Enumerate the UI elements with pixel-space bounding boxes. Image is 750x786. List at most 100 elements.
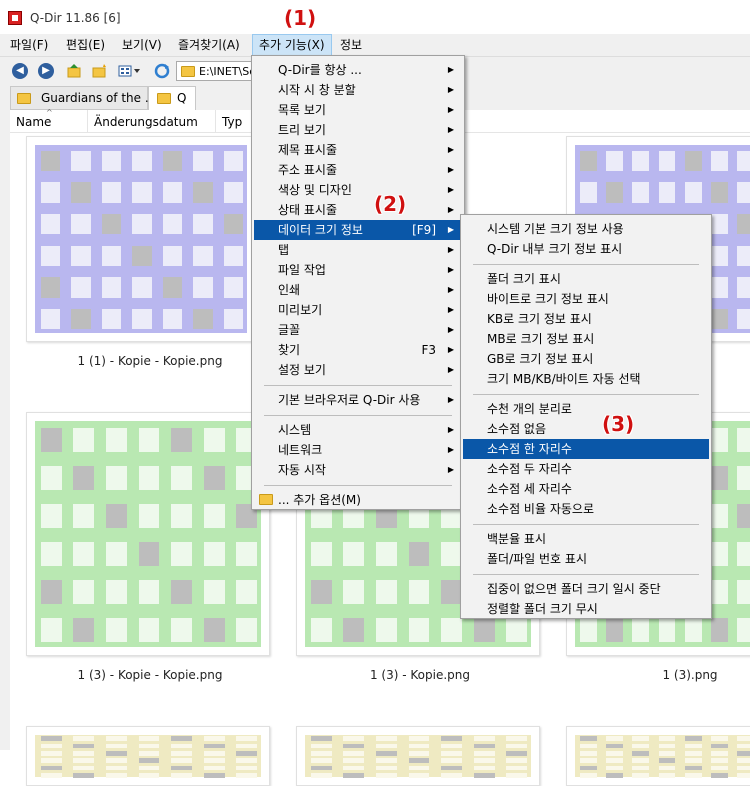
sub_menu-item-1[interactable]: Q-Dir 내부 크기 정보 표시	[463, 239, 709, 259]
folder-icon	[259, 494, 273, 505]
menu-item-label: 바이트로 크기 정보 표시	[487, 292, 609, 306]
submenu-arrow-icon: ▶	[447, 265, 454, 274]
menu-item-label: 인쇄	[278, 283, 301, 297]
data-size-submenu: 시스템 기본 크기 정보 사용 Q-Dir 내부 크기 정보 표시폴더 크기 표시…	[460, 214, 712, 619]
sub_menu-item-5[interactable]: KB로 크기 정보 표시	[463, 309, 709, 329]
thumbnail-image[interactable]	[26, 726, 270, 786]
tab-label: Q	[177, 91, 187, 105]
menu-item-shortcut: [F9]	[412, 223, 436, 237]
column-modified[interactable]: Änderungsdatum	[88, 110, 216, 132]
menu-3[interactable]: 즐겨찾기(A)	[172, 34, 246, 56]
main_menu-item-20[interactable]: 네트워크 ▶	[254, 440, 462, 460]
menu-item-label: 폴더 크기 표시	[487, 272, 561, 286]
main_menu-item-15[interactable]: 설정 보기 ▶	[254, 360, 462, 380]
main_menu-item-6[interactable]: 색상 및 디자인 ▶	[254, 180, 462, 200]
main_menu-item-11[interactable]: 인쇄 ▶	[254, 280, 462, 300]
menu-item-label: 네트워크	[278, 443, 323, 457]
main_menu-item-3[interactable]: 트리 보기 ▶	[254, 120, 462, 140]
refresh-icon[interactable]	[154, 63, 170, 79]
main_menu-item-8[interactable]: 데이터 크기 정보 [F9] ▶	[254, 220, 462, 240]
submenu-arrow-icon: ▶	[447, 185, 454, 194]
submenu-arrow-icon: ▶	[447, 325, 454, 334]
submenu-arrow-icon: ▶	[447, 85, 454, 94]
main_menu-item-17[interactable]: 기본 브라우저로 Q-Dir 사용 ▶	[254, 390, 462, 410]
menu-2[interactable]: 보기(V)	[116, 34, 168, 56]
thumbnail-label[interactable]: 1 (3) - Kopie.png	[310, 668, 530, 682]
sub_menu-item-21[interactable]: 정렬할 폴더 크기 무시	[463, 599, 709, 619]
main_menu-item-14[interactable]: 찾기 F3 ▶	[254, 340, 462, 360]
sub_menu-item-6[interactable]: MB로 크기 정보 표시	[463, 329, 709, 349]
sub_menu-item-15[interactable]: 소수점 비율 자동으로	[463, 499, 709, 519]
menu-separator	[264, 415, 452, 416]
sub_menu-item-12[interactable]: 소수점 한 자리수	[463, 439, 709, 459]
submenu-arrow-icon: ▶	[447, 225, 454, 234]
submenu-arrow-icon: ▶	[447, 365, 454, 374]
sub_menu-item-3[interactable]: 폴더 크기 표시	[463, 269, 709, 289]
folder-icon	[17, 93, 31, 104]
menu-4[interactable]: 추가 기능(X)	[252, 34, 332, 56]
sub_menu-item-10[interactable]: 수천 개의 분리로	[463, 399, 709, 419]
main_menu-item-0[interactable]: Q-Dir를 항상 ... ▶	[254, 60, 462, 80]
menu-item-label: 미리보기	[278, 303, 323, 317]
forward-arrow-icon[interactable]: ▶	[38, 63, 54, 79]
sub_menu-item-0[interactable]: 시스템 기본 크기 정보 사용	[463, 219, 709, 239]
submenu-arrow-icon: ▶	[447, 165, 454, 174]
callout-1: (1)	[284, 6, 317, 30]
tab-q[interactable]: Q	[148, 86, 196, 110]
menu-5[interactable]: 정보	[334, 34, 368, 56]
sub_menu-item-17[interactable]: 백분율 표시	[463, 529, 709, 549]
tab-guardians[interactable]: Guardians of the ...	[10, 86, 156, 110]
thumbnail-image[interactable]	[296, 726, 540, 786]
up-folder-icon[interactable]	[66, 63, 82, 79]
menu-separator	[473, 524, 699, 525]
submenu-arrow-icon: ▶	[447, 65, 454, 74]
thumbnail-image[interactable]	[26, 412, 270, 656]
main_menu-item-21[interactable]: 자동 시작 ▶	[254, 460, 462, 480]
thumbnail-label[interactable]: 1 (3) - Kopie - Kopie.png	[40, 668, 260, 682]
menu-0[interactable]: 파일(F)	[4, 34, 54, 56]
tab-label: Guardians of the ...	[41, 91, 157, 105]
thumbnail-image[interactable]	[26, 136, 256, 342]
menu-item-label: 폴더/파일 번호 표시	[487, 552, 587, 566]
menu-1[interactable]: 편집(E)	[60, 34, 111, 56]
sub_menu-item-7[interactable]: GB로 크기 정보 표시	[463, 349, 709, 369]
submenu-arrow-icon: ▶	[447, 465, 454, 474]
menu-item-label: 시작 시 창 분할	[278, 83, 356, 97]
main_menu-item-2[interactable]: 목록 보기 ▶	[254, 100, 462, 120]
menu-item-label: 탭	[278, 243, 290, 257]
callout-3: (3)	[602, 412, 635, 436]
main_menu-item-5[interactable]: 주소 표시줄 ▶	[254, 160, 462, 180]
main_menu-item-1[interactable]: 시작 시 창 분할 ▶	[254, 80, 462, 100]
view-mode-icon[interactable]	[118, 63, 140, 79]
sub_menu-item-18[interactable]: 폴더/파일 번호 표시	[463, 549, 709, 569]
main_menu-item-7[interactable]: 상태 표시줄 ▶	[254, 200, 462, 220]
menu-item-label: 소수점 세 자리수	[487, 482, 572, 496]
main_menu-item-19[interactable]: 시스템 ▶	[254, 420, 462, 440]
menu-bar: 파일(F) 편집(E) 보기(V) 즐겨찾기(A) 추가 기능(X) 정보	[0, 34, 750, 56]
thumbnail-image[interactable]	[566, 726, 750, 786]
sub_menu-item-11[interactable]: 소수점 없음	[463, 419, 709, 439]
menu-item-label: 소수점 한 자리수	[487, 442, 572, 456]
main_menu-item-9[interactable]: 탭 ▶	[254, 240, 462, 260]
sort-ascending-icon: ^	[46, 108, 53, 117]
thumbnail-label[interactable]: 1 (1) - Kopie - Kopie.png	[40, 354, 260, 368]
main_menu-item-13[interactable]: 글꼴 ▶	[254, 320, 462, 340]
back-arrow-icon[interactable]: ◀	[12, 63, 28, 79]
main_menu-item-23[interactable]: ... 추가 옵션(M)	[254, 490, 462, 510]
menu-item-label: 데이터 크기 정보	[278, 223, 363, 237]
menu-item-label: 소수점 두 자리수	[487, 462, 572, 476]
main_menu-item-12[interactable]: 미리보기 ▶	[254, 300, 462, 320]
sub_menu-item-14[interactable]: 소수점 세 자리수	[463, 479, 709, 499]
thumbnail-label[interactable]: 1 (3).png	[580, 668, 750, 682]
sub_menu-item-4[interactable]: 바이트로 크기 정보 표시	[463, 289, 709, 309]
new-folder-icon[interactable]	[92, 63, 108, 79]
menu-item-label: 파일 작업	[278, 263, 326, 277]
menu-item-label: 시스템	[278, 423, 312, 437]
submenu-arrow-icon: ▶	[447, 425, 454, 434]
folder-icon	[181, 66, 195, 77]
sub_menu-item-13[interactable]: 소수점 두 자리수	[463, 459, 709, 479]
sub_menu-item-20[interactable]: 집중이 없으면 폴더 크기 일시 중단	[463, 579, 709, 599]
main_menu-item-4[interactable]: 제목 표시줄 ▶	[254, 140, 462, 160]
main_menu-item-10[interactable]: 파일 작업 ▶	[254, 260, 462, 280]
sub_menu-item-8[interactable]: 크기 MB/KB/바이트 자동 선택	[463, 369, 709, 389]
